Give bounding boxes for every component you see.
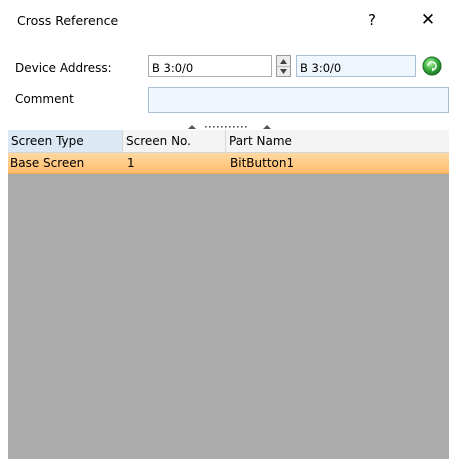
address-to-input[interactable] (296, 55, 416, 77)
go-green-icon[interactable] (422, 56, 442, 76)
address-from-input[interactable] (148, 55, 272, 77)
table-row[interactable]: Base Screen 1 BitButton1 (8, 153, 449, 174)
title-bar: Cross Reference ? ✕ (0, 0, 449, 40)
close-button[interactable]: ✕ (418, 8, 438, 32)
table-header: Screen Type Screen No. Part Name (8, 130, 449, 153)
device-address-label: Device Address: (15, 61, 112, 75)
column-header-screen-no[interactable]: Screen No. (123, 130, 226, 152)
comment-input[interactable] (148, 87, 449, 113)
cell-part-name: BitButton1 (230, 156, 295, 170)
spin-down-icon[interactable] (277, 66, 290, 76)
column-header-screen-type[interactable]: Screen Type (8, 130, 123, 152)
cell-screen-no: 1 (127, 156, 135, 170)
cross-reference-table: Screen Type Screen No. Part Name Base Sc… (8, 130, 449, 459)
window-title: Cross Reference (17, 13, 119, 28)
address-spinner[interactable] (276, 55, 291, 77)
column-header-part-name[interactable]: Part Name (226, 130, 449, 152)
comment-label: Comment (15, 92, 74, 106)
help-button[interactable]: ? (362, 8, 382, 32)
address-form: Device Address: Comment (0, 40, 449, 129)
cell-screen-type: Base Screen (10, 156, 85, 170)
